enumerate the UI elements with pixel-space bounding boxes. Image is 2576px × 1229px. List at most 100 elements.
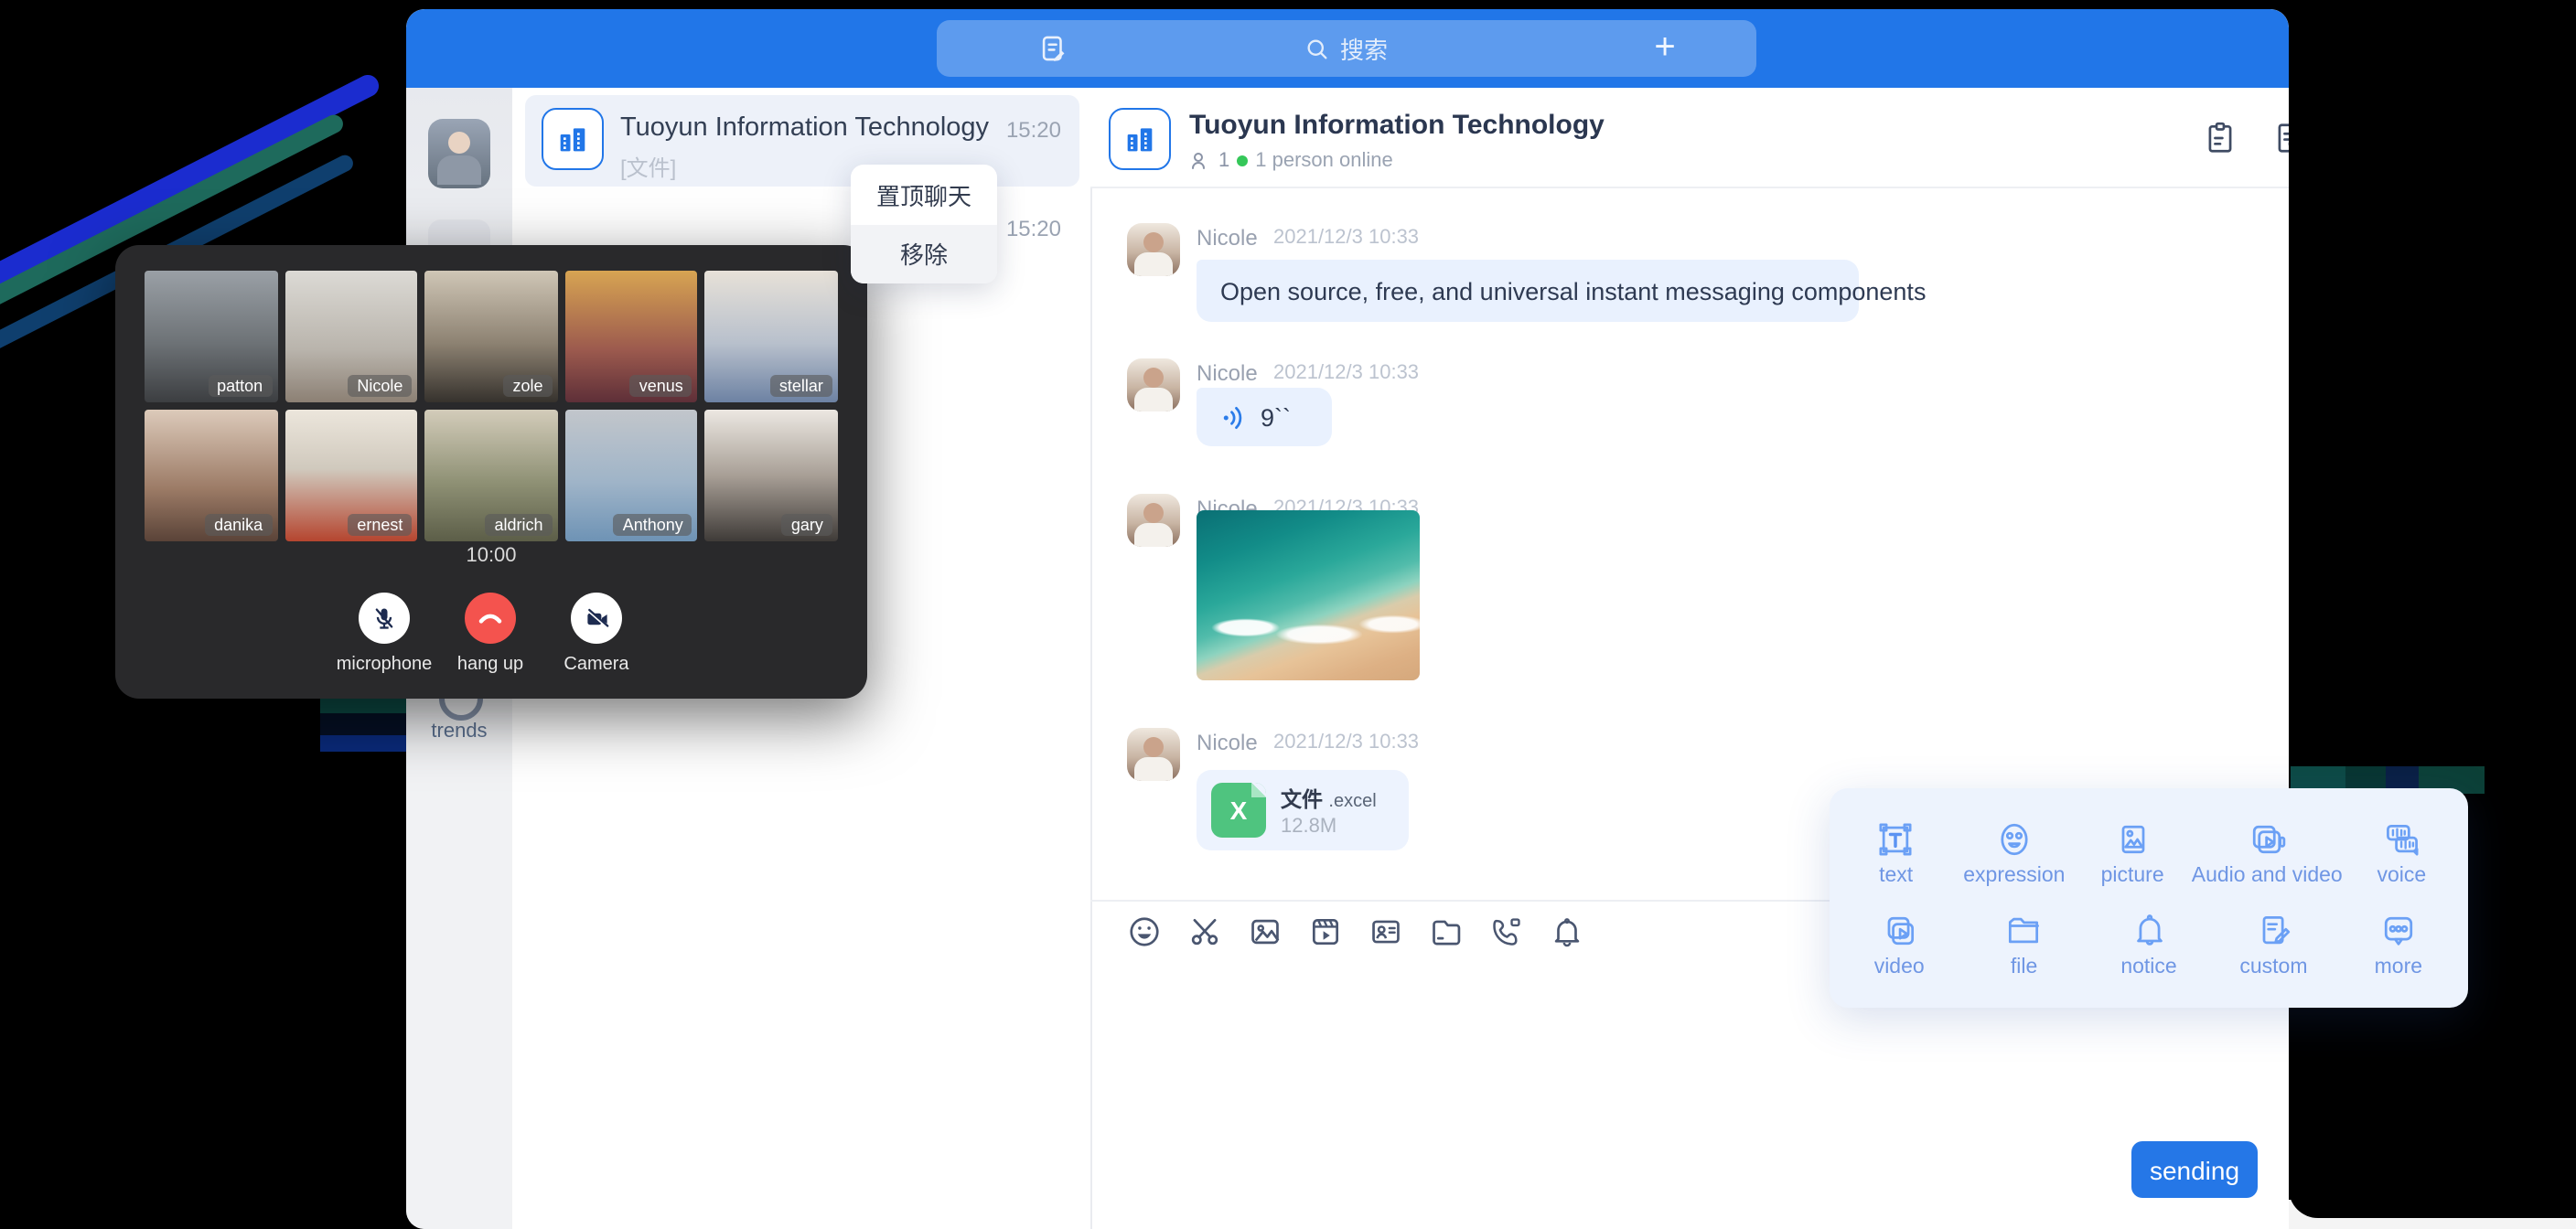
panel-item-notice[interactable]: notice [2087, 898, 2211, 989]
chat-title: Tuoyun Information Technology [1189, 110, 1605, 141]
video-call-icon[interactable] [1489, 914, 1524, 949]
menu-item-pin-chat[interactable]: 置顶聊天 [851, 165, 997, 224]
group-board-icon[interactable] [2203, 121, 2238, 155]
file-message-bubble[interactable]: X 文件 .excel 12.8M [1197, 770, 1409, 850]
picture-icon [2112, 818, 2152, 859]
top-bar-pill: 搜索 + [937, 20, 1756, 77]
sender-name: Nicole [1197, 225, 1258, 251]
participant-name: zole [504, 375, 553, 397]
panel-item-voice[interactable]: voice [2343, 807, 2461, 898]
panel-item-audio-video[interactable]: Audio and video [2192, 807, 2343, 898]
composer-toolbar [1127, 914, 1584, 949]
panel-item-expression[interactable]: expression [1955, 807, 2073, 898]
camera-off-icon [583, 604, 610, 632]
panel-item-video[interactable]: video [1837, 898, 1961, 989]
group-avatar [1109, 108, 1171, 170]
participant-tile[interactable]: gary [705, 410, 838, 541]
message-timestamp: 2021/12/3 10:33 [1273, 227, 1419, 249]
message-text: Open source, free, and universal instant… [1197, 277, 1949, 305]
member-count: 1 [1218, 150, 1229, 172]
file-extension: .excel [1328, 792, 1376, 812]
participant-tile[interactable]: danika [145, 410, 277, 541]
sender-avatar[interactable] [1127, 358, 1180, 411]
background-dark-window [2289, 0, 2576, 1218]
participant-name: Anthony [614, 514, 692, 536]
sender-avatar[interactable] [1127, 728, 1180, 781]
send-button-label: sending [2150, 1155, 2239, 1184]
conversation-title: Tuoyun Information Technology [620, 113, 989, 143]
participant-tile[interactable]: Nicole [284, 271, 417, 402]
message-timestamp: 2021/12/3 10:33 [1273, 362, 1419, 384]
panel-item-more[interactable]: more [2336, 898, 2461, 989]
text-icon [1876, 818, 1916, 859]
voice-duration: 9`` [1261, 403, 1291, 431]
screenshot-scissors-icon[interactable] [1187, 914, 1222, 949]
participant-tile[interactable]: patton [145, 271, 277, 402]
video-icon [1879, 910, 1919, 950]
microphone-muted-icon [371, 605, 397, 631]
voice-wave-icon [1220, 403, 1248, 431]
participant-tile[interactable]: zole [424, 271, 557, 402]
participant-tile[interactable]: stellar [705, 271, 838, 402]
file-folder-icon[interactable] [1429, 914, 1464, 949]
desktop-composite: 搜索 + trends Tuoyun Information Tech [0, 0, 2576, 1229]
file-size: 12.8M [1281, 816, 1336, 838]
sender-avatar[interactable] [1127, 494, 1180, 547]
message-timestamp: 2021/12/3 10:33 [1273, 732, 1419, 753]
expression-icon [1994, 818, 2034, 859]
call-timer: 10:00 [115, 545, 867, 567]
participant-tile[interactable]: venus [565, 271, 698, 402]
conversation-time: 15:20 [1006, 117, 1061, 143]
chat-history-icon[interactable] [2272, 121, 2289, 155]
add-button[interactable]: + [1628, 20, 1701, 77]
hang-up-button[interactable] [465, 593, 516, 644]
emoji-icon[interactable] [1127, 914, 1162, 949]
conversation-last-message: [文件] [620, 152, 676, 183]
participant-tile[interactable]: ernest [284, 410, 417, 541]
custom-icon [2253, 910, 2293, 950]
chat-header-actions [2203, 121, 2289, 155]
panel-item-file[interactable]: file [1961, 898, 2086, 989]
contact-card-icon[interactable] [1368, 914, 1403, 949]
panel-item-custom[interactable]: custom [2211, 898, 2335, 989]
participant-name: gary [782, 514, 832, 536]
participant-name: venus [630, 375, 692, 397]
conversation-context-menu: 置顶聊天 移除 [851, 165, 997, 283]
message-types-panel: text expression picture Audio and video … [1830, 788, 2468, 1008]
panel-item-text[interactable]: text [1837, 807, 1955, 898]
file-folder-icon [2004, 910, 2045, 950]
video-clip-icon[interactable] [1308, 914, 1343, 949]
building-icon [1122, 121, 1158, 157]
participant-tile[interactable]: Anthony [565, 410, 698, 541]
microphone-toggle-button[interactable] [359, 593, 410, 644]
members-icon [1189, 150, 1211, 172]
voice-message-bubble[interactable]: 9`` [1197, 388, 1332, 446]
user-avatar[interactable] [428, 119, 490, 188]
participant-grid: patton Nicole zole venus stellar danika … [145, 271, 838, 541]
participant-name: Nicole [348, 375, 412, 397]
more-icon [2378, 910, 2419, 950]
participant-tile[interactable]: aldrich [424, 410, 557, 541]
excel-file-icon: X [1211, 783, 1266, 838]
image-icon[interactable] [1248, 914, 1283, 949]
participant-name: aldrich [486, 514, 553, 536]
online-dot [1237, 155, 1248, 166]
voice-bubbles-icon [2381, 818, 2421, 859]
chat-header: Tuoyun Information Technology 1 1 person… [1090, 88, 2289, 188]
search-icon [1305, 36, 1331, 61]
panel-item-picture[interactable]: picture [2074, 807, 2192, 898]
send-button[interactable]: sending [2131, 1141, 2258, 1198]
audio-video-icon [2247, 818, 2287, 859]
camera-toggle-button[interactable] [571, 593, 622, 644]
file-name: 文件 .excel [1281, 785, 1377, 814]
app-top-bar: 搜索 + [406, 9, 2289, 88]
image-message-beach-photo[interactable] [1197, 510, 1420, 680]
notification-bell-icon[interactable] [1550, 914, 1584, 949]
hang-up-icon [476, 604, 505, 633]
menu-item-remove[interactable]: 移除 [851, 224, 997, 283]
sender-avatar[interactable] [1127, 223, 1180, 276]
video-call-window: patton Nicole zole venus stellar danika … [115, 245, 867, 699]
building-icon [554, 121, 591, 157]
text-message-bubble[interactable]: Open source, free, and universal instant… [1197, 260, 1859, 322]
sender-name: Nicole [1197, 730, 1258, 755]
